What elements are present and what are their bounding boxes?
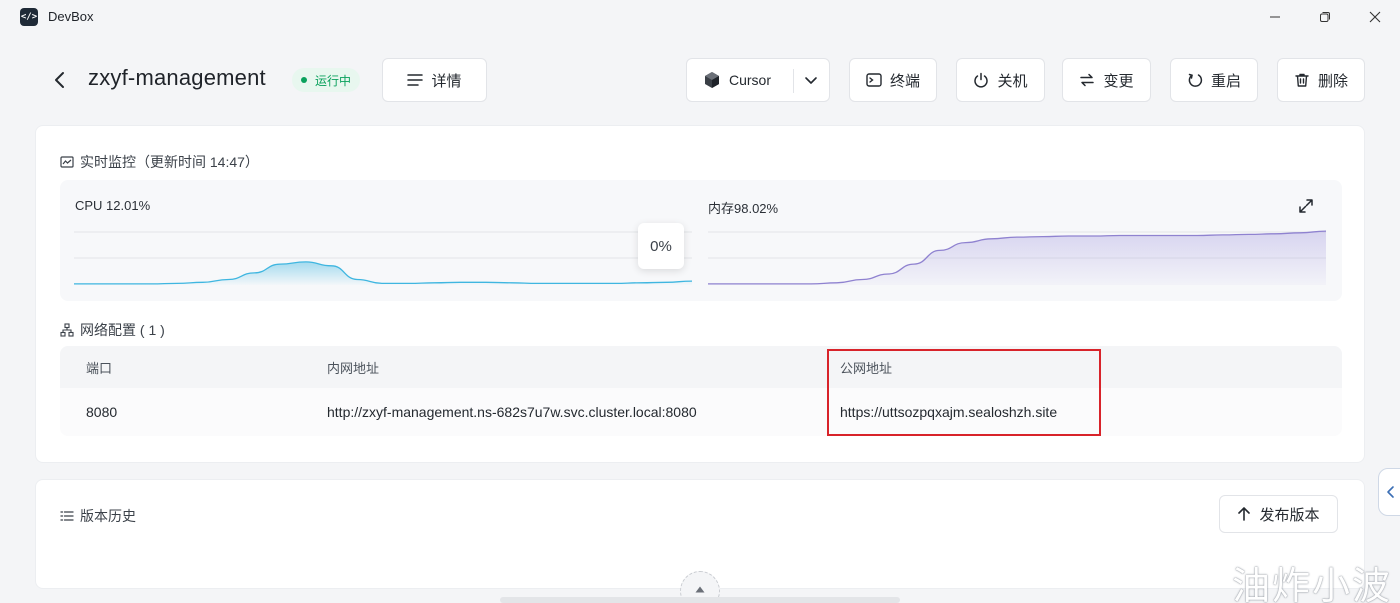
network-section-title: 网络配置 ( 1 ): [60, 320, 165, 340]
terminal-icon: [866, 73, 882, 87]
chevron-down-icon: [805, 77, 817, 84]
ide-dropdown-toggle[interactable]: [803, 72, 827, 92]
publish-label: 发布版本: [1259, 506, 1320, 524]
expand-icon[interactable]: [1296, 196, 1316, 216]
network-icon: [60, 323, 74, 337]
column-header-port: 端口: [86, 360, 113, 376]
terminal-button[interactable]: 终端: [849, 58, 937, 102]
chart-tooltip: 0%: [638, 223, 684, 269]
project-name: zxyf-management: [88, 65, 266, 90]
cpu-chart: [74, 231, 692, 285]
public-address-link[interactable]: https://uttsozpqxajm.sealoshzh.site: [840, 388, 1057, 436]
change-button[interactable]: 变更: [1062, 58, 1151, 102]
cpu-usage-label: CPU 12.01%: [75, 198, 151, 213]
table-header: 端口 内网地址 公网地址: [60, 346, 1342, 388]
sidebar-toggle-button[interactable]: [1378, 468, 1400, 516]
cpu-area: [74, 261, 692, 285]
change-label: 变更: [1103, 72, 1134, 90]
menu-lines-icon: [407, 74, 424, 86]
ide-label: Cursor: [729, 72, 772, 88]
shutdown-button[interactable]: 关机: [956, 58, 1045, 102]
detail-label: 详情: [431, 72, 462, 90]
restore-icon: [1320, 12, 1330, 22]
column-header-internal: 内网地址: [327, 360, 380, 376]
status-text: 运行中: [315, 73, 352, 88]
close-button[interactable]: [1361, 4, 1389, 30]
status-badge: 运行中: [292, 68, 361, 92]
internal-address[interactable]: http://zxyf-management.ns-682s7u7w.svc.c…: [327, 388, 697, 436]
history-title-text: 版本历史: [80, 508, 136, 524]
monitor-chart-icon: [60, 156, 74, 168]
trash-icon: [1295, 73, 1309, 87]
watermark-text: 油炸小波: [1232, 564, 1393, 603]
overview-card: 实时监控（更新时间 14:47） CPU 12.01% 内存98.02% 0%: [35, 125, 1365, 463]
arrow-up-icon: [1238, 507, 1251, 521]
expand-arrows-icon: [1299, 199, 1313, 213]
network-title-text: 网络配置 ( 1 ): [80, 322, 165, 338]
restore-button[interactable]: [1311, 4, 1339, 30]
memory-usage-label: 内存98.02%: [708, 201, 779, 216]
monitor-section-title: 实时监控（更新时间 14:47）: [60, 152, 259, 172]
monitor-title-text: 实时监控（更新时间 14:47）: [80, 154, 259, 170]
caret-up-icon: [695, 586, 705, 593]
window-title: DevBox: [48, 9, 94, 24]
bottom-scrollbar[interactable]: [500, 597, 900, 603]
status-dot-icon: [301, 77, 307, 83]
minimize-button[interactable]: [1261, 4, 1289, 30]
app-logo-icon: </>: [20, 8, 38, 26]
chevron-left-icon: [1387, 486, 1394, 498]
port-value: 8080: [86, 404, 118, 420]
terminal-label: 终端: [889, 72, 920, 90]
close-icon: [1369, 11, 1381, 23]
minimize-icon: [1270, 16, 1280, 18]
monitor-panel: CPU 12.01% 内存98.02% 0%: [60, 180, 1342, 301]
swap-arrows-icon: [1080, 73, 1095, 87]
publish-version-button[interactable]: 发布版本: [1219, 495, 1338, 533]
delete-button[interactable]: 删除: [1277, 58, 1365, 102]
table-row: 8080 http://zxyf-management.ns-682s7u7w.…: [60, 388, 1342, 436]
back-button[interactable]: [46, 66, 74, 94]
chevron-left-icon: [55, 72, 64, 88]
divider: [793, 69, 794, 93]
cursor-cube-icon: [705, 72, 719, 88]
history-section-title: 版本历史: [60, 506, 136, 526]
column-header-public: 公网地址: [840, 360, 893, 376]
network-table: 端口 内网地址 公网地址 8080 http://zxyf-management…: [60, 346, 1342, 436]
memory-chart: [708, 230, 1326, 285]
list-icon: [60, 511, 74, 521]
restart-label: 重启: [1210, 72, 1241, 90]
title-bar: </> DevBox: [0, 0, 1400, 34]
restart-button[interactable]: 重启: [1170, 58, 1258, 102]
detail-button[interactable]: 详情: [382, 58, 487, 102]
cpu-line: [74, 261, 692, 285]
shutdown-label: 关机: [997, 72, 1028, 90]
delete-label: 删除: [1317, 72, 1348, 90]
ide-select-button[interactable]: Cursor: [686, 58, 830, 102]
restart-icon: [1188, 73, 1203, 87]
power-icon: [974, 72, 989, 88]
